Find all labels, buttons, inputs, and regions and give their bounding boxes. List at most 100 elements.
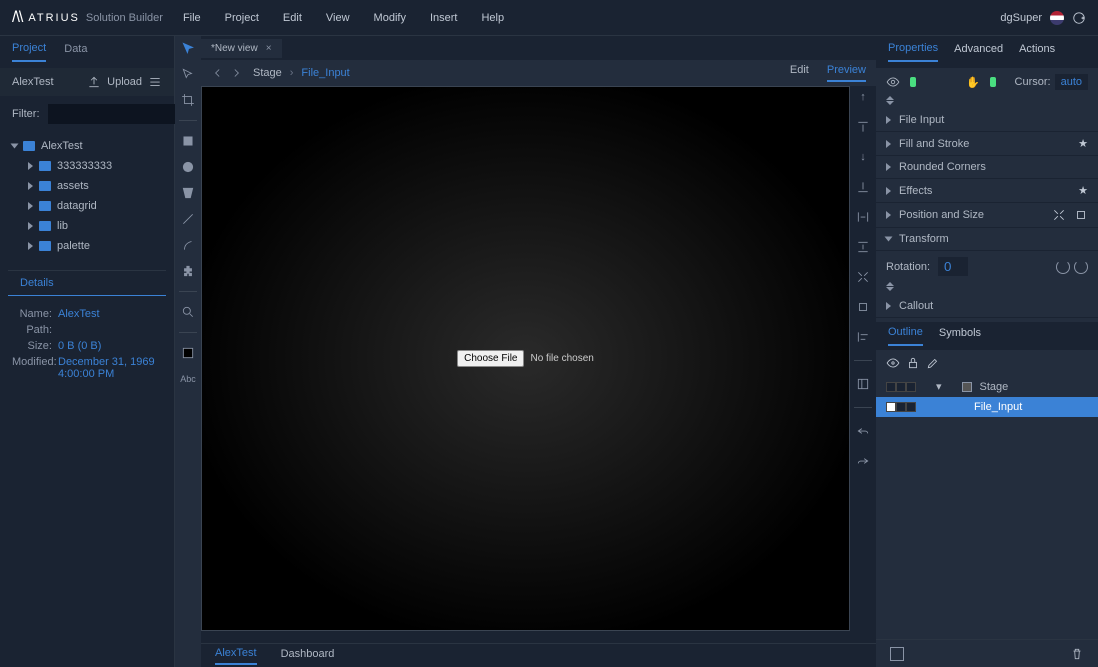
outline-stage[interactable]: ▾ Stage (876, 376, 1098, 397)
crop-tool-icon[interactable] (180, 92, 196, 108)
bounds-icon[interactable] (1074, 208, 1088, 222)
expand-icon[interactable] (1052, 208, 1066, 222)
tab-symbols[interactable]: Symbols (939, 327, 981, 345)
panel-icon[interactable] (856, 377, 870, 391)
upload-label[interactable]: Upload (107, 76, 142, 88)
upload-icon[interactable] (87, 75, 101, 89)
eye-toggle-icon[interactable] (886, 402, 896, 412)
color-tool-icon[interactable] (180, 345, 196, 361)
direct-select-tool-icon[interactable] (180, 66, 196, 82)
breadcrumb-file-input[interactable]: File_Input (301, 67, 349, 79)
tab-advanced[interactable]: Advanced (954, 43, 1003, 61)
tree-item-0[interactable]: 333333333 (10, 156, 164, 176)
tree-expand-icon[interactable] (28, 242, 33, 250)
tree-item-1[interactable]: assets (10, 176, 164, 196)
line-tool-icon[interactable] (180, 211, 196, 227)
fit-width-icon[interactable] (856, 210, 870, 224)
align-bottom-icon[interactable] (856, 180, 870, 194)
text-tool-icon[interactable]: Abc (180, 371, 196, 387)
tab-outline[interactable]: Outline (888, 326, 923, 346)
lock-toggle-icon[interactable] (896, 402, 906, 412)
tree-expand-icon[interactable] (28, 182, 33, 190)
fit-height-icon[interactable] (856, 240, 870, 254)
outline-file-input[interactable]: File_Input (876, 397, 1098, 417)
expand-icon[interactable] (856, 270, 870, 284)
edit-toggle-icon[interactable] (906, 382, 916, 392)
tab-properties[interactable]: Properties (888, 42, 938, 62)
align-top-icon[interactable] (856, 120, 870, 134)
canvas[interactable]: Choose File No file chosen (201, 86, 850, 631)
section-transform[interactable]: Transform (876, 228, 1098, 251)
menu-help[interactable]: Help (481, 12, 504, 24)
action-edit[interactable]: Edit (790, 64, 809, 82)
stepper[interactable] (876, 282, 896, 295)
tree-item-4[interactable]: palette (10, 236, 164, 256)
tree-expand-icon[interactable] (28, 162, 33, 170)
menu-modify[interactable]: Modify (374, 12, 406, 24)
tab-actions[interactable]: Actions (1019, 43, 1055, 61)
rotate-ccw-icon[interactable] (1056, 260, 1070, 274)
star-icon[interactable]: ★ (1078, 137, 1088, 150)
star-icon[interactable]: ★ (1078, 184, 1088, 197)
folder-icon (39, 201, 51, 211)
edit-toggle-icon[interactable] (906, 402, 916, 412)
nav-forward-icon[interactable] (229, 66, 243, 80)
undo-icon[interactable] (856, 424, 870, 438)
arrow-up-icon[interactable]: ↑ (856, 90, 870, 104)
menu-insert[interactable]: Insert (430, 12, 458, 24)
ellipse-tool-icon[interactable] (180, 159, 196, 175)
polygon-tool-icon[interactable] (180, 185, 196, 201)
section-fill-stroke[interactable]: Fill and Stroke★ (876, 132, 1098, 156)
section-rounded[interactable]: Rounded Corners (876, 156, 1098, 179)
lock-toggle-icon[interactable] (896, 382, 906, 392)
btab-alextest[interactable]: AlexTest (215, 647, 257, 665)
action-preview[interactable]: Preview (827, 64, 866, 82)
choose-file-button[interactable]: Choose File (457, 350, 524, 367)
tree-expand-icon[interactable] (28, 222, 33, 230)
section-file-input[interactable]: File Input (876, 109, 1098, 132)
trash-icon[interactable] (1070, 647, 1084, 661)
rect-tool-icon[interactable] (180, 133, 196, 149)
redo-icon[interactable] (856, 454, 870, 468)
logout-icon[interactable] (1072, 11, 1086, 25)
tab-data[interactable]: Data (64, 43, 87, 61)
tree-item-2[interactable]: datagrid (10, 196, 164, 216)
menu-view[interactable]: View (326, 12, 350, 24)
stepper[interactable] (876, 96, 896, 109)
list-icon[interactable] (148, 75, 162, 89)
eye-icon[interactable] (886, 75, 900, 89)
cursor-value[interactable]: auto (1055, 74, 1088, 90)
cursor-hand-icon[interactable]: ✋ (966, 76, 980, 89)
tree-root[interactable]: AlexTest (10, 136, 164, 156)
section-effects[interactable]: Effects★ (876, 179, 1098, 203)
section-pos-size[interactable]: Position and Size (876, 203, 1098, 228)
eye-icon[interactable] (886, 356, 900, 370)
pointer-tool-icon[interactable] (180, 40, 196, 56)
tree-expand-icon[interactable] (28, 202, 33, 210)
new-layer-icon[interactable] (890, 647, 904, 661)
menu-project[interactable]: Project (225, 12, 259, 24)
close-icon[interactable]: × (266, 43, 272, 54)
locale-flag-icon[interactable] (1050, 11, 1064, 25)
align-left-icon[interactable] (856, 330, 870, 344)
bounds-icon[interactable] (856, 300, 870, 314)
edit-icon[interactable] (926, 356, 940, 370)
rotate-cw-icon[interactable] (1074, 260, 1088, 274)
doc-tab[interactable]: *New view × (201, 39, 282, 58)
lock-icon[interactable] (906, 356, 920, 370)
btab-dashboard[interactable]: Dashboard (281, 648, 335, 664)
breadcrumb-stage[interactable]: Stage (253, 67, 282, 79)
menu-edit[interactable]: Edit (283, 12, 302, 24)
section-callout[interactable]: Callout (876, 295, 1098, 318)
tree-item-3[interactable]: lib (10, 216, 164, 236)
search-tool-icon[interactable] (180, 304, 196, 320)
plugin-tool-icon[interactable] (180, 263, 196, 279)
tree-expand-icon[interactable] (11, 144, 19, 149)
nav-back-icon[interactable] (211, 66, 225, 80)
rotation-input[interactable] (938, 257, 968, 276)
arrow-down-icon[interactable]: ↓ (856, 150, 870, 164)
eye-toggle-icon[interactable] (886, 382, 896, 392)
tab-project[interactable]: Project (12, 42, 46, 62)
menu-file[interactable]: File (183, 12, 201, 24)
pen-tool-icon[interactable] (180, 237, 196, 253)
